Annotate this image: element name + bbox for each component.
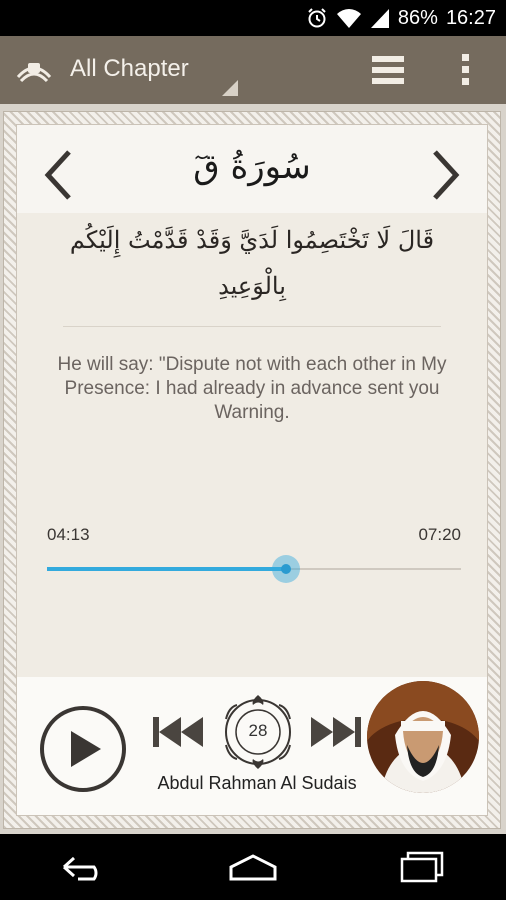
app-logo-icon[interactable] bbox=[16, 53, 52, 87]
frame-inner: سُورَةُ قٓ قَالَ لَا تَخْتَصِمُوا لَدَيَ… bbox=[16, 124, 488, 816]
system-nav-bar bbox=[0, 834, 506, 900]
recent-apps-icon[interactable] bbox=[392, 847, 452, 887]
signal-icon bbox=[370, 7, 390, 29]
chapter-selector[interactable]: All Chapter bbox=[70, 55, 189, 83]
seek-bar[interactable] bbox=[47, 555, 461, 583]
overflow-menu-icon[interactable] bbox=[460, 52, 472, 88]
home-icon[interactable] bbox=[223, 847, 283, 887]
reciter-name: Abdul Rahman Al Sudais bbox=[157, 773, 357, 793]
ornamental-frame: سُورَةُ قٓ قَالَ لَا تَخْتَصِمُوا لَدَيَ… bbox=[3, 111, 501, 829]
surah-header: سُورَةُ قٓ bbox=[17, 125, 487, 213]
total-time: 07:20 bbox=[418, 525, 461, 544]
alarm-icon bbox=[306, 7, 328, 29]
next-ayah-arrow-icon[interactable] bbox=[431, 149, 461, 201]
ayah-translation: He will say: "Dispute not with each othe… bbox=[57, 354, 447, 423]
seek-thumb[interactable] bbox=[272, 555, 301, 583]
main-content: سُورَةُ قٓ قَالَ لَا تَخْتَصِمُوا لَدَيَ… bbox=[0, 104, 506, 834]
list-icon[interactable] bbox=[372, 56, 404, 84]
status-bar: 86% 16:27 bbox=[0, 0, 506, 36]
player-panel: 28 Abdul Rahman Al Sudais bbox=[17, 677, 487, 815]
dropdown-corner-icon bbox=[222, 80, 238, 100]
arabic-ayah-text: قَالَ لَا تَخْتَصِمُوا لَدَيَّ وَقَدْ قَ… bbox=[69, 226, 435, 300]
battery-percent: 86% bbox=[397, 6, 438, 29]
back-icon[interactable] bbox=[54, 847, 114, 887]
wifi-icon bbox=[336, 7, 362, 29]
reciter-avatar[interactable] bbox=[367, 681, 479, 793]
play-button[interactable] bbox=[39, 705, 127, 793]
elapsed-time: 04:13 bbox=[47, 525, 90, 544]
divider bbox=[63, 326, 441, 327]
action-bar: All Chapter bbox=[0, 36, 506, 104]
seek-progress bbox=[47, 567, 287, 571]
clock: 16:27 bbox=[445, 6, 496, 29]
skip-previous-button[interactable] bbox=[153, 715, 205, 749]
ayah-number: 28 bbox=[248, 721, 268, 740]
surah-name: سُورَةُ قٓ bbox=[193, 147, 311, 187]
skip-next-button[interactable] bbox=[309, 715, 361, 749]
